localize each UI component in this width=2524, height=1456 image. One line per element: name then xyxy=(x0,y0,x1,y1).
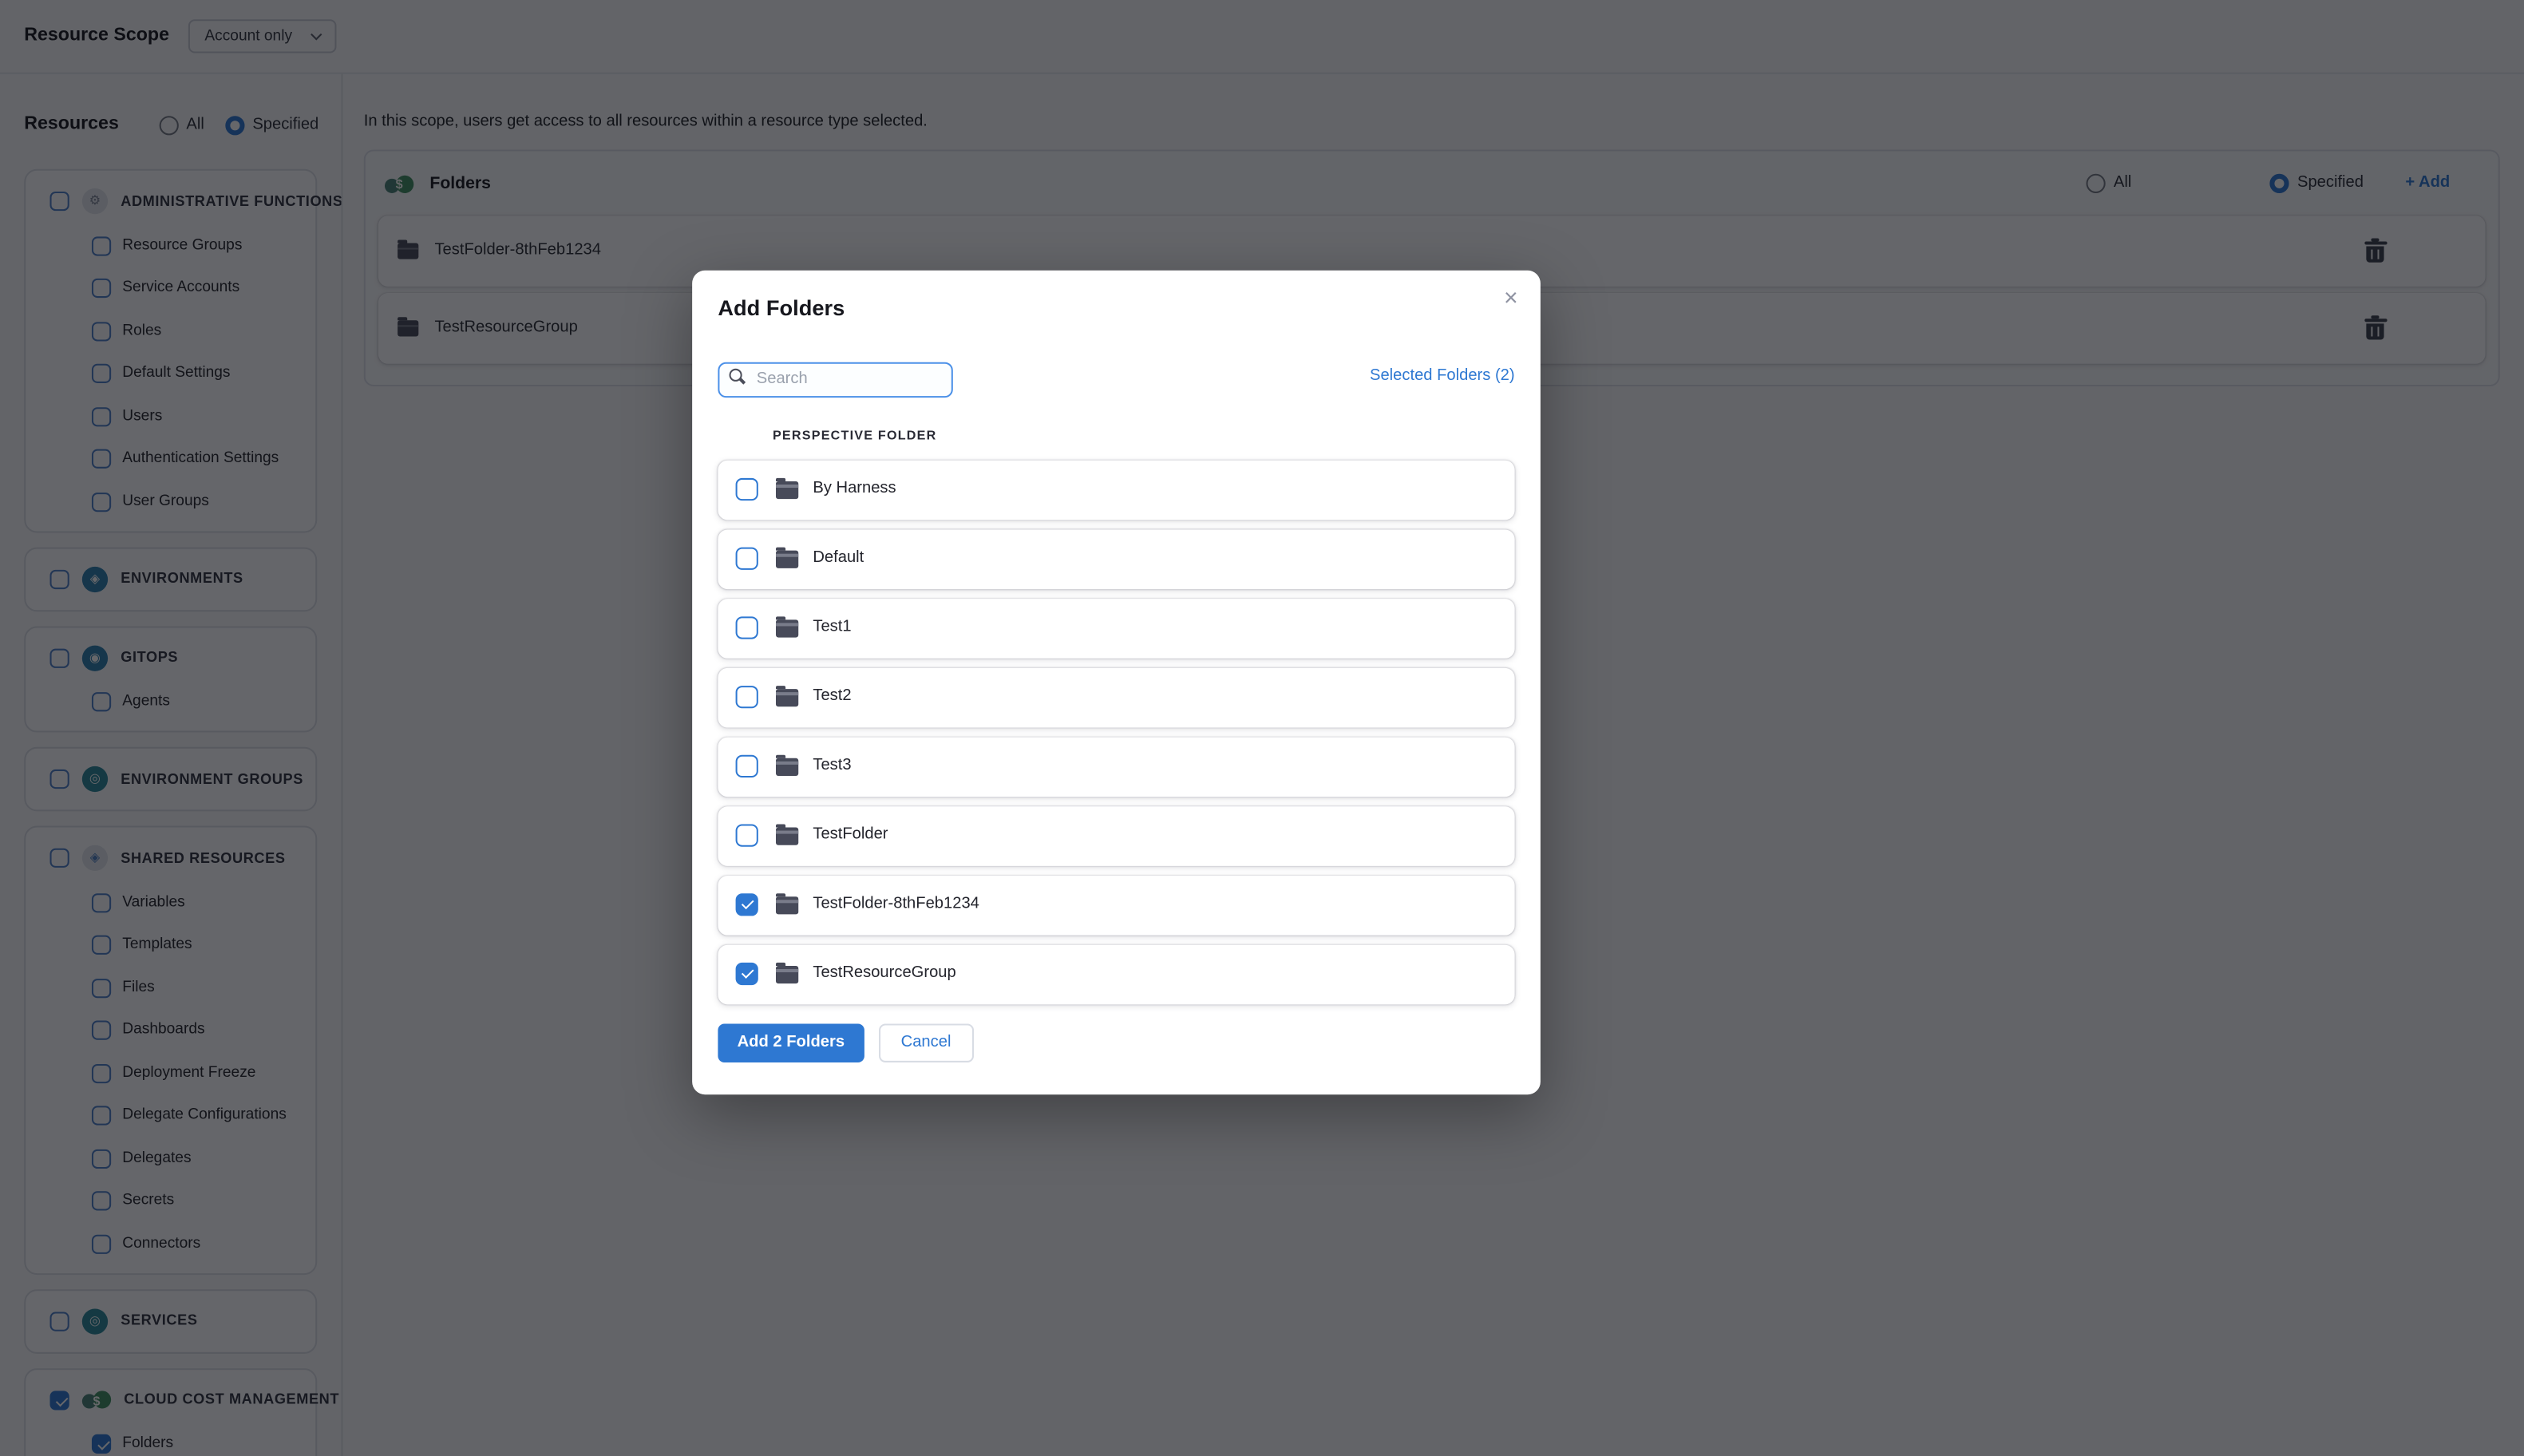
modal-folder-row[interactable]: Test1 xyxy=(718,598,1515,659)
modal-folder-row[interactable]: TestFolder xyxy=(718,805,1515,866)
modal-folder-row[interactable]: TestFolder-8thFeb1234 xyxy=(718,875,1515,936)
modal-search-row: Selected Folders (2) xyxy=(718,361,1515,398)
folder-icon xyxy=(775,892,799,914)
row-checkbox[interactable] xyxy=(735,755,758,778)
folder-icon xyxy=(775,477,799,499)
column-header: PERSPECTIVE FOLDER xyxy=(772,428,937,443)
app-root: Resource Scope Account only Resources Al… xyxy=(0,0,2524,1456)
folder-name: Test3 xyxy=(813,757,852,775)
folder-name: TestFolder xyxy=(813,826,888,845)
cancel-button[interactable]: Cancel xyxy=(878,1023,974,1062)
folder-name: Test2 xyxy=(813,687,852,706)
folder-name: By Harness xyxy=(813,480,896,498)
add-folders-button[interactable]: Add 2 Folders xyxy=(718,1023,864,1062)
modal-folder-row[interactable]: TestResourceGroup xyxy=(718,944,1515,1004)
folder-icon xyxy=(775,824,799,845)
folder-icon xyxy=(775,685,799,706)
modal-folder-row[interactable]: Default xyxy=(718,529,1515,589)
folder-name: Default xyxy=(813,549,864,568)
row-checkbox[interactable] xyxy=(735,825,758,848)
modal-folder-row[interactable]: By Harness xyxy=(718,460,1515,520)
folder-icon xyxy=(775,547,799,568)
row-checkbox[interactable] xyxy=(735,893,758,917)
folder-icon xyxy=(775,615,799,638)
close-icon[interactable]: × xyxy=(1504,285,1518,314)
search-field xyxy=(718,361,953,398)
folder-icon xyxy=(775,754,799,776)
folder-icon xyxy=(775,962,799,983)
folder-name: TestResourceGroup xyxy=(813,964,956,983)
add-folders-modal: × Add Folders Selected Folders (2) PERSP… xyxy=(692,270,1541,1095)
modal-folder-row[interactable]: Test3 xyxy=(718,737,1515,797)
folder-name: Test1 xyxy=(813,618,852,637)
row-checkbox[interactable] xyxy=(735,478,758,501)
search-input[interactable] xyxy=(718,362,953,398)
row-checkbox[interactable] xyxy=(735,616,758,640)
row-checkbox[interactable] xyxy=(735,963,758,986)
modal-folder-row[interactable]: Test2 xyxy=(718,667,1515,728)
row-checkbox[interactable] xyxy=(735,548,758,571)
modal-title: Add Folders xyxy=(718,296,845,321)
search-icon xyxy=(729,369,742,382)
row-checkbox[interactable] xyxy=(735,686,758,709)
modal-footer: Add 2 Folders Cancel xyxy=(718,1023,1514,1062)
folder-name: TestFolder-8thFeb1234 xyxy=(813,895,979,913)
modal-folders-list: By Harness Default Test1 Test2 Test3 Tes… xyxy=(718,460,1515,1004)
selected-folders-link[interactable]: Selected Folders (2) xyxy=(1370,367,1515,386)
